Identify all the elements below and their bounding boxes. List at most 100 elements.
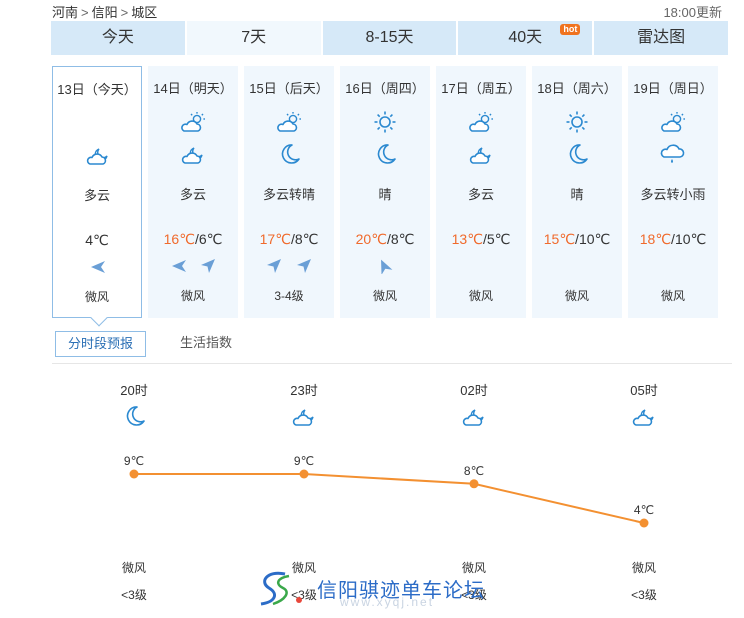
- tab-hourly-forecast[interactable]: 分时段预报: [55, 331, 147, 357]
- wind-northeast-icon: [267, 259, 281, 273]
- day-temperature: 18℃/10℃: [628, 231, 718, 248]
- wind-directions: [53, 259, 141, 279]
- cloudy-night-icon: [86, 148, 108, 165]
- day-date: 16日（周四）: [345, 81, 425, 96]
- light-rain-icon: [660, 144, 685, 163]
- temperature-point: [639, 518, 649, 528]
- breadcrumb-city[interactable]: 信阳: [92, 5, 118, 20]
- breadcrumb-separator: >: [81, 5, 89, 20]
- sun-icon: [374, 111, 396, 133]
- low-temp: 10℃: [578, 231, 611, 247]
- day-wind: 微风: [372, 289, 397, 303]
- day-date: 18日（周六）: [537, 81, 617, 96]
- temperature-point: [129, 469, 139, 479]
- wind-west-icon: [172, 260, 186, 272]
- moon-icon: [126, 406, 145, 426]
- low-temp: 8℃: [390, 231, 415, 247]
- partly-cloudy-day-icon: [277, 112, 301, 132]
- wind-directions: [532, 258, 622, 278]
- wind-northeast-icon: [297, 259, 311, 273]
- partly-cloudy-day-icon: [661, 112, 685, 132]
- day-wind: 微风: [468, 289, 493, 303]
- day-card[interactable]: 13日（今天） 多云 4℃ 微风: [52, 66, 142, 327]
- cloudy-night-icon: [469, 147, 491, 164]
- tab-8-15days[interactable]: 8-15天: [322, 21, 457, 55]
- day-temperature: 16℃/6℃: [148, 231, 238, 248]
- temperature-point: [299, 469, 309, 479]
- hour-wind-level: <3级: [121, 588, 147, 602]
- day-card[interactable]: 17日（周五） 多云 13℃/5℃ 微风: [436, 66, 526, 318]
- day-card[interactable]: 14日（明天） 多云 16℃/6℃ 微风: [148, 66, 238, 318]
- day-date: 19日（周日）: [633, 81, 713, 96]
- day-condition: 多云转小雨: [640, 187, 706, 202]
- day-card[interactable]: 15日（后天） 多云转晴 17℃/8℃ 3-4级: [244, 66, 334, 318]
- cloudy-night-icon: [181, 147, 203, 164]
- day-wind: 微风: [660, 289, 685, 303]
- cloudy-night-icon: [462, 409, 484, 426]
- breadcrumb-district: 城区: [131, 5, 158, 20]
- breadcrumb: 河南 > 信阳 > 城区: [52, 2, 157, 21]
- day-date: 14日（明天）: [153, 81, 233, 96]
- wind-west-icon: [91, 261, 105, 273]
- day-date: 17日（周五）: [441, 81, 521, 96]
- tab-radar[interactable]: 雷达图: [594, 21, 728, 55]
- day-temperature: 4℃: [53, 232, 141, 249]
- cloudy-night-icon: [632, 409, 654, 426]
- temperature-label: 9℃: [294, 454, 314, 468]
- day-wind: 微风: [84, 290, 109, 304]
- day-wind: 微风: [180, 289, 205, 303]
- hour-wind-level: <3级: [631, 588, 657, 602]
- hour-time: 02时: [460, 383, 488, 398]
- wind-directions: [244, 258, 334, 278]
- sub-tabs: 分时段预报 生活指数: [55, 331, 244, 357]
- high-temp: 20℃: [355, 231, 387, 247]
- low-temp: 8℃: [294, 231, 319, 247]
- high-temp: 15℃: [543, 231, 576, 247]
- moon-icon: [569, 144, 588, 164]
- tab-label: 40天: [508, 29, 543, 46]
- hot-badge: hot: [560, 24, 581, 35]
- high-temp: 17℃: [259, 231, 291, 247]
- day-card[interactable]: 16日（周四） 晴 20℃/8℃ 微风: [340, 66, 430, 318]
- tab-today[interactable]: 今天: [51, 21, 185, 55]
- day-temperature: 15℃/10℃: [532, 231, 622, 248]
- high-temp: 16℃: [163, 231, 195, 247]
- temperature-point: [469, 479, 479, 489]
- partly-cloudy-day-icon: [469, 112, 493, 132]
- day-temperature: 13℃/5℃: [436, 231, 526, 248]
- day-temperature: 17℃/8℃: [244, 231, 334, 248]
- wind-directions: [628, 258, 718, 278]
- temperature-label: 9℃: [124, 454, 144, 468]
- temperature-label: 8℃: [464, 464, 484, 478]
- seven-day-forecast: 13日（今天） 多云 4℃ 微风 14日（明天） 多云 16℃/6℃ 微风 15日（后天） 多云转…: [52, 66, 722, 327]
- cloudy-night-icon: [292, 409, 314, 426]
- sun-icon: [566, 111, 588, 133]
- day-condition: 多云: [179, 187, 206, 202]
- low-temp: 10℃: [674, 231, 707, 247]
- forum-logo-icon: [260, 571, 302, 606]
- high-temp: 13℃: [451, 231, 483, 247]
- low-temp: 6℃: [198, 231, 223, 247]
- high-temp: 18℃: [639, 231, 672, 247]
- tab-life-index[interactable]: 生活指数: [168, 331, 244, 357]
- watermark-url: www.xyqj.net: [340, 595, 435, 609]
- tab-7days[interactable]: 7天: [186, 21, 321, 55]
- tab-40days[interactable]: 40天 hot: [458, 21, 593, 55]
- update-time: 18:00更新: [663, 5, 722, 20]
- hour-time: 23时: [290, 383, 318, 398]
- day-card[interactable]: 18日（周六） 晴 15℃/10℃ 微风: [532, 66, 622, 318]
- partly-cloudy-day-icon: [181, 112, 205, 132]
- breadcrumb-province[interactable]: 河南: [52, 5, 78, 20]
- forecast-tabs: 今天 7天 8-15天 40天 hot 雷达图: [51, 21, 728, 55]
- forum-watermark: 信阳骐迹单车论坛 www.xyqj.net: [255, 568, 485, 609]
- day-wind: 微风: [564, 289, 589, 303]
- day-condition: 晴: [378, 187, 392, 202]
- day-condition: 多云转晴: [262, 187, 315, 202]
- day-temperature: 20℃/8℃: [340, 231, 430, 248]
- day-date: 15日（后天）: [249, 81, 329, 96]
- day-card[interactable]: 19日（周日） 多云转小雨 18℃/10℃ 微风: [628, 66, 718, 318]
- temperature-series-line: [134, 473, 645, 524]
- low-temp: 5℃: [486, 231, 511, 247]
- tab-label: 7天: [241, 29, 267, 46]
- day-condition: 多云: [83, 188, 110, 203]
